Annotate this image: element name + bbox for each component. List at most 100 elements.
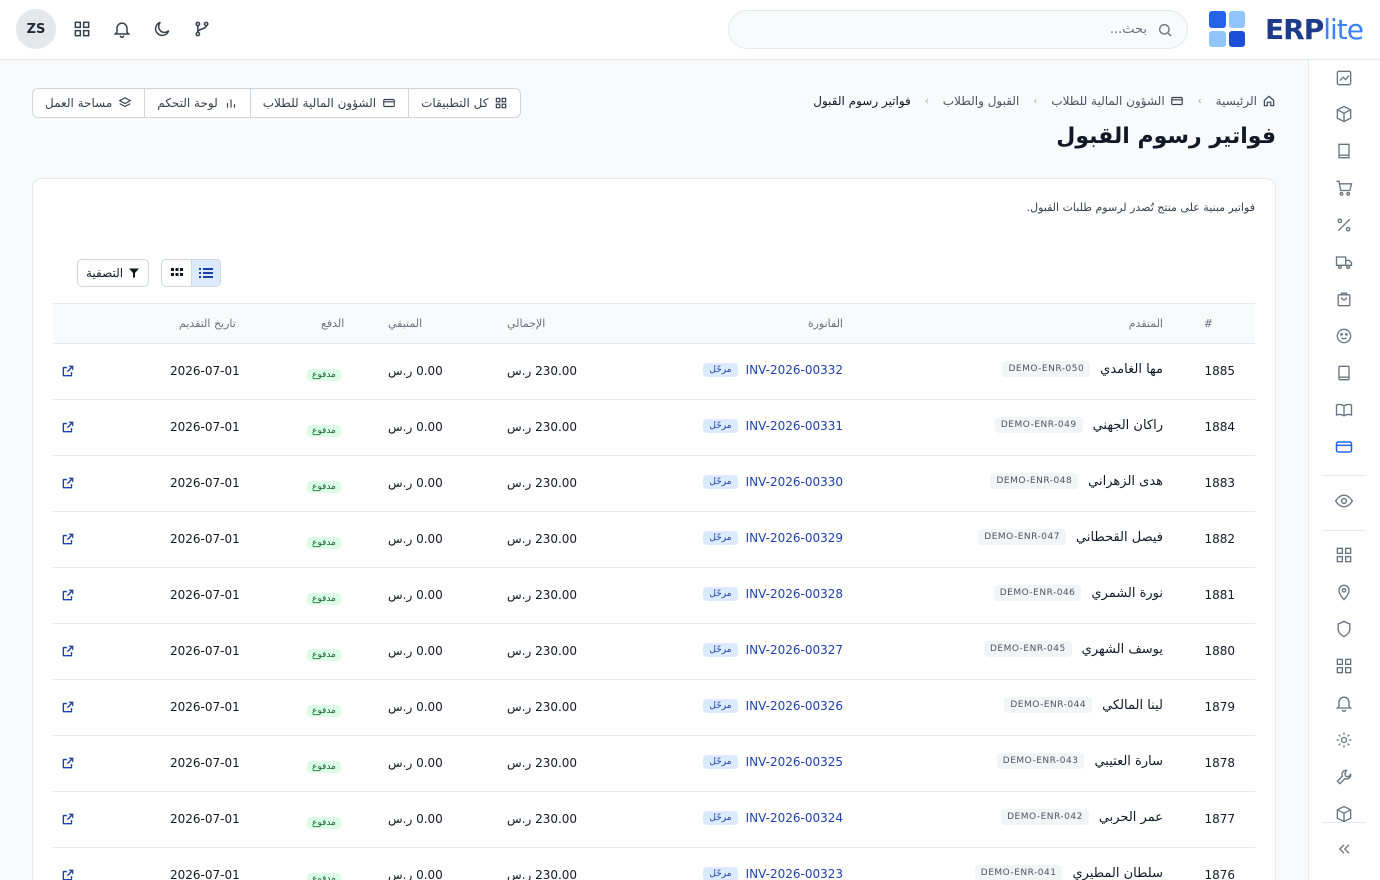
workspace-button[interactable]: مساحة العمل bbox=[33, 89, 144, 117]
posted-status-badge: مرحّل bbox=[703, 755, 738, 769]
chevron-left-icon: ‹ bbox=[1033, 95, 1038, 107]
breadcrumb: الرئيسية ‹ الشؤون المالية للطلاب ‹ القبو… bbox=[813, 94, 1276, 108]
remaining-amount: 0.00 ر.س bbox=[388, 532, 443, 546]
applicant-name[interactable]: راكان الجهني bbox=[1093, 418, 1163, 433]
student-finance-button[interactable]: الشؤون المالية للطلاب bbox=[249, 89, 408, 117]
cart-icon[interactable] bbox=[1334, 178, 1354, 198]
external-link-icon[interactable] bbox=[61, 420, 75, 434]
external-link-icon[interactable] bbox=[61, 644, 75, 658]
invoice-cell: مرحّل INV-2026-00330 bbox=[703, 475, 843, 489]
package-icon[interactable] bbox=[1334, 804, 1354, 824]
git-branch-icon[interactable] bbox=[192, 19, 212, 39]
breadcrumb-admissions[interactable]: القبول والطلاب bbox=[943, 94, 1020, 108]
external-link-icon[interactable] bbox=[61, 476, 75, 490]
invoice-link[interactable]: INV-2026-00329 bbox=[746, 531, 843, 545]
open-book-icon[interactable] bbox=[1334, 400, 1354, 420]
table-row[interactable]: 1881 نورة الشمري DEMO-ENR-046 مرحّل INV-… bbox=[53, 568, 1255, 624]
enrollment-code-badge: DEMO-ENR-050 bbox=[1002, 361, 1091, 377]
external-link-icon[interactable] bbox=[61, 756, 75, 770]
search-input[interactable] bbox=[747, 11, 1147, 48]
paid-badge: مدفوع bbox=[307, 537, 341, 549]
applicant-name[interactable]: نورة الشمري bbox=[1091, 586, 1163, 601]
bell-icon[interactable] bbox=[112, 19, 132, 39]
app-logo[interactable]: ERPlite bbox=[1209, 11, 1364, 47]
list-view-button[interactable] bbox=[191, 260, 220, 286]
external-link-icon[interactable] bbox=[61, 588, 75, 602]
bell-icon[interactable] bbox=[1334, 693, 1354, 713]
table-row[interactable]: 1876 سلطان المطيري DEMO-ENR-041 مرحّل IN… bbox=[53, 848, 1255, 880]
table-row[interactable]: 1877 عمر الحربي DEMO-ENR-042 مرحّل INV-2… bbox=[53, 792, 1255, 848]
header-invoice[interactable]: الفاتورة bbox=[808, 317, 843, 330]
moon-icon[interactable] bbox=[152, 19, 172, 39]
applicant-name[interactable]: يوسف الشهري bbox=[1082, 642, 1163, 657]
applicant-name[interactable]: سارة العتيبي bbox=[1094, 754, 1163, 769]
table-row[interactable]: 1882 فيصل القحطاني DEMO-ENR-047 مرحّل IN… bbox=[53, 512, 1255, 568]
applicant-name[interactable]: عمر الحربي bbox=[1099, 810, 1163, 825]
grid-view-button[interactable] bbox=[162, 260, 191, 286]
notebook-icon[interactable] bbox=[1334, 363, 1354, 383]
applicant-name[interactable]: فيصل القحطاني bbox=[1076, 530, 1163, 545]
smile-icon[interactable] bbox=[1334, 326, 1354, 346]
external-link-icon[interactable] bbox=[61, 364, 75, 378]
applicant-name[interactable]: مها الغامدي bbox=[1100, 362, 1163, 377]
all-apps-button[interactable]: كل التطبيقات bbox=[408, 89, 520, 117]
table-row[interactable]: 1885 مها الغامدي DEMO-ENR-050 مرحّل INV-… bbox=[53, 344, 1255, 400]
submitted-date: 2026-07-01 bbox=[170, 420, 240, 434]
payment-status-cell: مدفوع bbox=[307, 478, 341, 493]
breadcrumb-home[interactable]: الرئيسية bbox=[1216, 94, 1276, 108]
box-icon[interactable] bbox=[1334, 104, 1354, 124]
dashboard-button[interactable]: لوحة التحكم bbox=[144, 89, 250, 117]
shield-icon[interactable] bbox=[1334, 619, 1354, 639]
invoice-cell: مرحّل INV-2026-00323 bbox=[703, 867, 843, 880]
credit-card-icon[interactable] bbox=[1334, 437, 1354, 457]
payment-status-cell: مدفوع bbox=[307, 422, 341, 437]
invoice-link[interactable]: INV-2026-00328 bbox=[746, 587, 843, 601]
applicant-name[interactable]: هدى الزهراني bbox=[1088, 474, 1163, 489]
invoice-link[interactable]: INV-2026-00325 bbox=[746, 755, 843, 769]
enrollment-code-badge: DEMO-ENR-043 bbox=[996, 753, 1085, 769]
truck-icon[interactable] bbox=[1334, 252, 1354, 272]
external-link-icon[interactable] bbox=[61, 532, 75, 546]
invoice-link[interactable]: INV-2026-00327 bbox=[746, 643, 843, 657]
invoice-link[interactable]: INV-2026-00332 bbox=[746, 363, 843, 377]
table-row[interactable]: 1883 هدى الزهراني DEMO-ENR-048 مرحّل INV… bbox=[53, 456, 1255, 512]
wrench-icon[interactable] bbox=[1334, 767, 1354, 787]
header-num[interactable]: # bbox=[1204, 317, 1213, 330]
apps-icon[interactable] bbox=[1334, 545, 1354, 565]
external-link-icon[interactable] bbox=[61, 700, 75, 714]
table-row[interactable]: 1880 يوسف الشهري DEMO-ENR-045 مرحّل INV-… bbox=[53, 624, 1255, 680]
invoice-link[interactable]: INV-2026-00324 bbox=[746, 811, 843, 825]
row-number: 1882 bbox=[1204, 532, 1235, 546]
collapse-icon[interactable] bbox=[1334, 839, 1354, 859]
user-avatar[interactable]: ZS bbox=[16, 9, 56, 49]
external-link-icon[interactable] bbox=[61, 868, 75, 880]
chart-icon[interactable] bbox=[1334, 68, 1354, 88]
eye-icon[interactable] bbox=[1334, 491, 1354, 511]
bag-icon[interactable] bbox=[1334, 289, 1354, 309]
external-link-icon[interactable] bbox=[61, 812, 75, 826]
row-number: 1880 bbox=[1204, 644, 1235, 658]
table-row[interactable]: 1879 لينا المالكي DEMO-ENR-044 مرحّل INV… bbox=[53, 680, 1255, 736]
header-applicant[interactable]: المتقدم bbox=[1129, 317, 1163, 330]
header-remaining[interactable]: المتبقي bbox=[388, 317, 422, 330]
percent-icon[interactable] bbox=[1334, 215, 1354, 235]
settings-icon[interactable] bbox=[1334, 730, 1354, 750]
applicant-name[interactable]: لينا المالكي bbox=[1102, 698, 1163, 713]
applicant-name[interactable]: سلطان المطيري bbox=[1072, 866, 1163, 880]
invoice-link[interactable]: INV-2026-00326 bbox=[746, 699, 843, 713]
all-apps-label: كل التطبيقات bbox=[421, 96, 489, 110]
book-icon[interactable] bbox=[1334, 141, 1354, 161]
invoice-link[interactable]: INV-2026-00330 bbox=[746, 475, 843, 489]
table-row[interactable]: 1884 راكان الجهني DEMO-ENR-049 مرحّل INV… bbox=[53, 400, 1255, 456]
invoice-link[interactable]: INV-2026-00323 bbox=[746, 867, 843, 880]
header-total[interactable]: الإجمالي bbox=[507, 317, 545, 330]
table-row[interactable]: 1878 سارة العتيبي DEMO-ENR-043 مرحّل INV… bbox=[53, 736, 1255, 792]
breadcrumb-student-finance[interactable]: الشؤون المالية للطلاب bbox=[1051, 94, 1183, 108]
header-submitted[interactable]: تاريخ التقديم bbox=[179, 317, 236, 330]
header-payment[interactable]: الدفع bbox=[321, 317, 344, 330]
map-pin-icon[interactable] bbox=[1334, 582, 1354, 602]
invoice-link[interactable]: INV-2026-00331 bbox=[746, 419, 843, 433]
grid-icon[interactable] bbox=[1334, 656, 1354, 676]
apps-grid-icon[interactable] bbox=[72, 19, 92, 39]
filter-button[interactable]: التصفية bbox=[77, 259, 150, 287]
